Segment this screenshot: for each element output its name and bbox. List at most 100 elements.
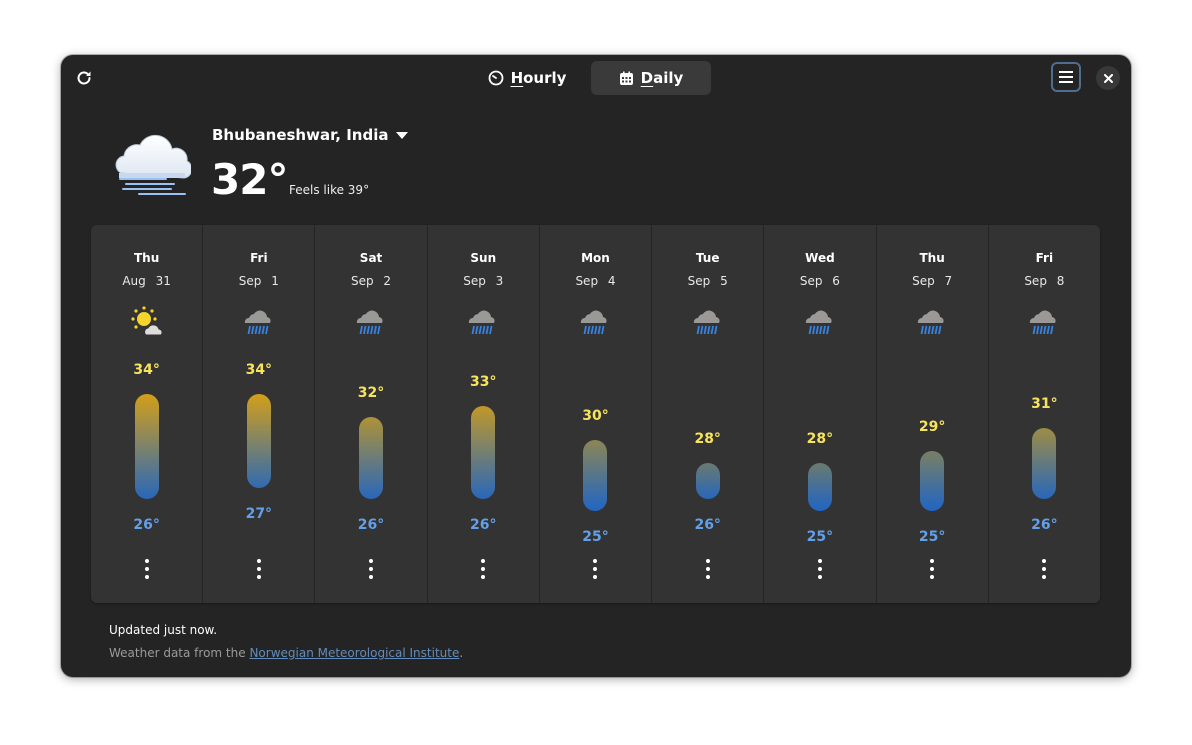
temperature-range-bar [695,462,720,500]
high-temperature: 28° [806,430,834,447]
forecast-day: Fri Sep 1 34° 27° [203,225,316,603]
rain-icon [244,310,271,335]
location-name: Bhubaneshwar, India [212,126,389,144]
day-details-button[interactable] [251,559,267,579]
high-temperature: 30° [582,407,609,424]
weather-window: Hourly Daily Bhubaneshwar, India 32° Fee… [61,55,1131,677]
dot [1042,559,1047,563]
hamburger-menu-icon [1059,71,1073,83]
few-clouds-sun-icon [131,306,163,336]
dot [481,575,486,579]
clock-icon [488,70,503,86]
day-date: Aug 31 [122,274,171,288]
forecast-day: Fri Sep 8 31° 26° [989,225,1100,603]
dot [930,567,935,571]
dot [369,559,374,563]
low-temperature: 26° [357,517,385,534]
high-temperature: 28° [694,430,721,447]
dot [256,575,261,579]
current-temperature: 32° [211,155,288,204]
tab-hourly[interactable]: Hourly [471,61,583,95]
day-name: Thu [133,251,160,265]
high-temperature: 34° [245,362,273,379]
low-temperature: 25° [918,528,946,545]
dot [593,575,598,579]
dot [369,575,374,579]
dot [481,559,486,563]
day-name: Tue [695,251,720,265]
dot [256,559,261,563]
rain-icon [581,310,608,335]
dot [817,567,822,571]
temperature-range-bar [583,439,608,511]
rain-icon [693,310,720,335]
dot [593,559,598,563]
day-details-button[interactable] [587,559,603,579]
dot [481,567,486,571]
close-button[interactable] [1096,66,1120,90]
day-details-button[interactable] [475,559,491,579]
day-details-button[interactable] [924,559,940,579]
updated-status: Updated just now. [109,623,218,637]
dot [1042,567,1047,571]
day-date: Sep 3 [463,274,504,288]
high-temperature: 33° [470,373,497,390]
dot [705,567,710,571]
dot [144,567,149,571]
dot [369,567,374,571]
dot [144,559,149,563]
calendar-icon [619,71,633,85]
rain-icon [356,310,383,335]
attribution-suffix: . [459,646,464,660]
forecast-day: Thu Aug 31 34° 26° [91,225,204,603]
main-menu-button[interactable] [1051,62,1081,92]
pan-down-icon [396,131,409,139]
low-temperature: 25° [806,528,834,545]
dot [256,567,261,571]
view-switcher: Hourly Daily [61,61,1131,95]
day-name: Wed [805,251,835,265]
attribution-prefix: Weather data from the [109,646,250,660]
low-temperature: 26° [694,517,721,534]
dot [1042,575,1047,579]
rain-icon [469,310,495,335]
day-date: Sep 8 [1024,274,1065,288]
high-temperature: 32° [357,385,385,402]
rain-icon [918,310,944,335]
day-name: Fri [250,251,268,265]
day-name: Fri [1035,251,1054,265]
temperature-range-bar [246,394,271,488]
temperature-range-bar [471,405,496,500]
high-temperature: 34° [133,362,160,379]
day-date: Sep 6 [799,274,840,288]
daily-forecast: Thu Aug 31 34° 26° Fri Sep 1 34° 27° Sat Sep 2 32°… [91,225,1100,603]
temperature-range-bar [920,451,945,511]
rain-icon [805,310,832,335]
day-name: Sun [470,251,497,265]
temperature-range-bar [807,462,832,511]
low-temperature: 26° [470,517,497,534]
dot [593,567,598,571]
day-date: Sep 1 [238,274,279,288]
dot [930,575,935,579]
day-date: Sep 2 [351,274,392,288]
tab-daily[interactable]: Daily [591,61,711,95]
day-details-button[interactable] [700,559,716,579]
forecast-day: Tue Sep 5 28° 26° [652,225,765,603]
location-selector[interactable]: Bhubaneshwar, India [212,126,409,144]
forecast-day: Sat Sep 2 32° 26° [315,225,428,603]
day-details-button[interactable] [363,559,379,579]
dot [705,575,710,579]
day-details-button[interactable] [812,559,828,579]
day-details-button[interactable] [1036,559,1052,579]
forecast-day: Mon Sep 4 30° 25° [540,225,653,603]
tab-hourly-label: Hourly [510,69,567,87]
forecast-day: Sun Sep 3 33° 26° [428,225,540,603]
tab-daily-label: Daily [640,69,684,87]
temperature-range-bar [359,417,384,500]
dot [817,559,822,563]
day-details-button[interactable] [139,559,155,579]
day-date: Sep 5 [687,274,728,288]
low-temperature: 26° [133,517,160,534]
attribution-link[interactable]: Norwegian Meteorological Institute [249,646,459,660]
